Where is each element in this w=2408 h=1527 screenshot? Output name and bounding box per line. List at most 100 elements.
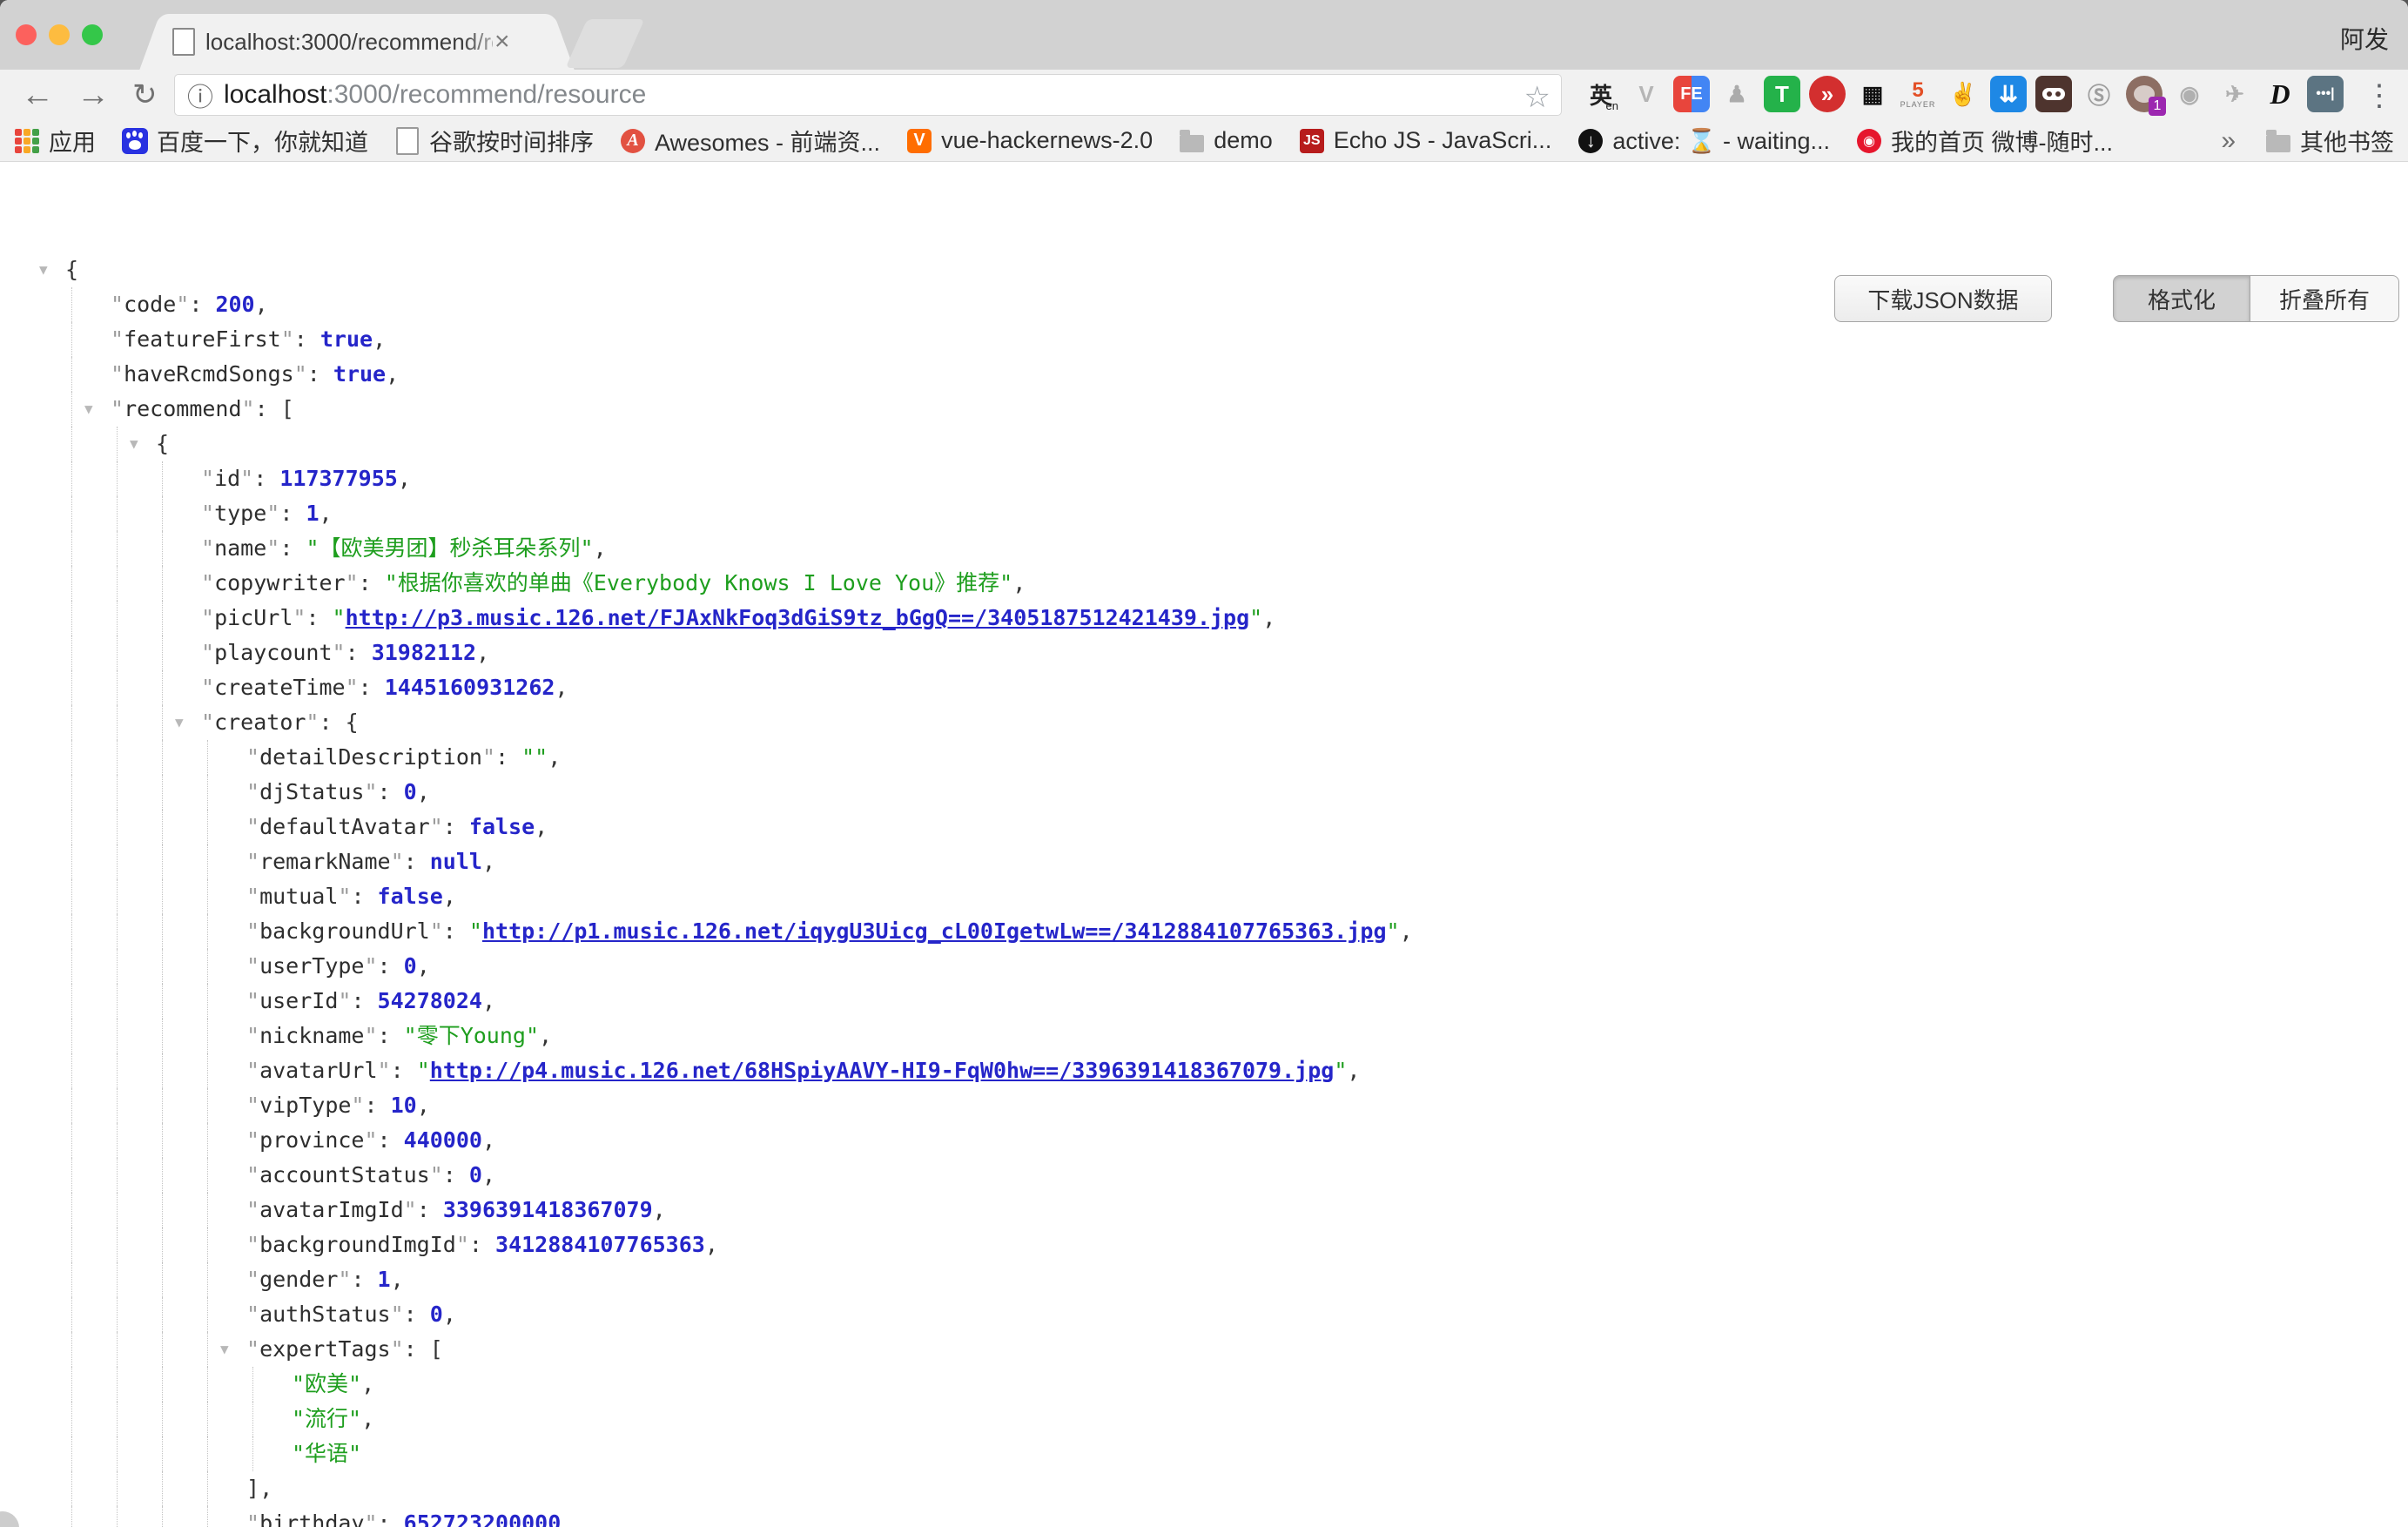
- back-icon[interactable]: ←: [21, 71, 54, 118]
- indent-guide: [117, 531, 118, 566]
- extension-html5-player-icon[interactable]: 5PLAYER: [1900, 76, 1936, 112]
- bookmarks-right: » 其他书签: [2221, 124, 2394, 158]
- indent-guide: [162, 670, 163, 705]
- collapse-toggle-icon[interactable]: ▼: [175, 705, 184, 740]
- indent-guide: [71, 531, 72, 566]
- extension-d-letter-icon[interactable]: D: [2262, 76, 2298, 112]
- js-icon: JS: [1299, 128, 1325, 154]
- indent-guide: [71, 1506, 72, 1527]
- json-line: "avatarImgId": 3396391418367079,: [0, 1193, 2408, 1228]
- address-bar[interactable]: ⓘ localhost:3000/recommend/resource ☆: [174, 74, 1562, 116]
- site-info-icon[interactable]: ⓘ: [187, 76, 213, 114]
- indent-guide: [117, 1262, 118, 1297]
- extension-monkey-icon[interactable]: 1: [2126, 76, 2162, 112]
- json-line: "id": 117377955,: [0, 461, 2408, 496]
- json-line: "province": 440000,: [0, 1123, 2408, 1158]
- collapse-toggle-icon[interactable]: ▼: [84, 392, 93, 427]
- bookmark-item[interactable]: ↓ active: ⌛ - waiting...: [1577, 127, 1830, 155]
- indent-guide: [117, 949, 118, 984]
- extension-paw-icon[interactable]: ✌: [1945, 76, 1981, 112]
- indent-guide: [117, 740, 118, 775]
- chrome-menu-icon[interactable]: ⋮: [2364, 78, 2394, 113]
- indent-guide: [162, 1367, 163, 1402]
- indent-guide: [162, 601, 163, 636]
- indent-guide: [207, 1053, 208, 1088]
- zoom-window-icon[interactable]: [82, 24, 103, 45]
- extension-qr-code-icon[interactable]: ▦: [1854, 76, 1891, 112]
- bookmarks-overflow-icon[interactable]: »: [2221, 126, 2236, 156]
- extension-double-down-icon[interactable]: ⇊: [1990, 76, 2027, 112]
- new-tab-button[interactable]: [566, 19, 645, 68]
- bookmark-item[interactable]: 谷歌按时间排序: [394, 124, 594, 158]
- json-line: "haveRcmdSongs": true,: [0, 357, 2408, 392]
- indent-guide: [71, 1471, 72, 1506]
- bookmark-item[interactable]: JSEcho JS - JavaScri...: [1299, 127, 1552, 154]
- bookmark-item[interactable]: 应用: [14, 124, 96, 158]
- collapse-toggle-icon[interactable]: ▼: [39, 252, 48, 287]
- json-line: ▼"recommend": [: [0, 392, 2408, 427]
- indent-guide: [207, 1506, 208, 1527]
- close-window-icon[interactable]: [16, 24, 37, 45]
- awesomes-icon: A: [620, 128, 646, 154]
- extension-s-icon[interactable]: Ⓢ: [2081, 76, 2117, 112]
- json-line: "remarkName": null,: [0, 844, 2408, 879]
- json-url-link[interactable]: http://p1.music.126.net/iqygU3Uicg_cL00I…: [482, 918, 1387, 944]
- bookmark-item[interactable]: ◉我的首页 微博-随时...: [1856, 124, 2113, 158]
- extension-translate-icon[interactable]: 英en: [1583, 76, 1619, 112]
- indent-guide: [207, 914, 208, 949]
- extension-org-chart-icon[interactable]: ♟: [1719, 76, 1755, 112]
- indent-guide: [71, 1053, 72, 1088]
- indent-guide: [71, 949, 72, 984]
- indent-guide: [117, 461, 118, 496]
- indent-guide: [162, 1123, 163, 1158]
- extension-vue-devtools-icon[interactable]: V: [1628, 76, 1665, 112]
- extensions-row: 英enVFE♟T»▦5PLAYER✌⇊ Ⓢ1◉✈D•••|: [1583, 76, 2344, 112]
- collapse-toggle-icon[interactable]: ▼: [130, 427, 138, 461]
- bookmark-item[interactable]: demo: [1179, 127, 1273, 154]
- minimize-window-icon[interactable]: [49, 24, 70, 45]
- extension-mask-icon[interactable]: [2035, 76, 2072, 112]
- indent-guide: [162, 1158, 163, 1193]
- json-line: "detailDescription": "",: [0, 740, 2408, 775]
- browser-tab[interactable]: localhost:3000/recommend/re ×: [165, 14, 548, 70]
- json-url-link[interactable]: http://p3.music.126.net/FJAxNkFoq3dGiS9t…: [346, 605, 1250, 630]
- other-bookmarks-folder[interactable]: 其他书签: [2265, 124, 2394, 158]
- reload-icon[interactable]: ↻: [132, 71, 158, 118]
- browser-window: localhost:3000/recommend/re × 阿发 ← → ↻ ⓘ…: [0, 0, 2408, 1527]
- bookmark-label: active: ⌛ - waiting...: [1612, 127, 1830, 155]
- indent-guide: [71, 1088, 72, 1123]
- extension-bird-icon[interactable]: ✈: [2216, 76, 2253, 112]
- json-line: "playcount": 31982112,: [0, 636, 2408, 670]
- down-arrow-icon: ↓: [1577, 128, 1604, 154]
- indent-guide: [207, 1402, 208, 1436]
- bookmark-item[interactable]: Vvue-hackernews-2.0: [906, 127, 1153, 154]
- tab-title: localhost:3000/recommend/re: [205, 29, 493, 56]
- extension-shield-t-icon[interactable]: T: [1764, 76, 1800, 112]
- indent-guide: [117, 636, 118, 670]
- json-line: "vipType": 10,: [0, 1088, 2408, 1123]
- extension-weibo-gray-icon[interactable]: ◉: [2171, 76, 2208, 112]
- bookmark-item[interactable]: 百度一下，你就知道: [122, 124, 368, 158]
- indent-guide: [71, 1436, 72, 1471]
- json-url-link[interactable]: http://p4.music.126.net/68HSpiyAAVY-HI9-…: [430, 1058, 1335, 1083]
- extension-fast-forward-icon[interactable]: »: [1809, 76, 1846, 112]
- indent-guide: [207, 1332, 208, 1367]
- extension-dots-box-icon[interactable]: •••|: [2307, 76, 2344, 112]
- collapse-toggle-icon[interactable]: ▼: [220, 1332, 229, 1367]
- json-line: "defaultAvatar": false,: [0, 810, 2408, 844]
- indent-guide: [71, 287, 72, 322]
- profile-name[interactable]: 阿发: [2340, 21, 2389, 56]
- extension-fehelper-icon[interactable]: FE: [1673, 76, 1710, 112]
- indent-guide: [162, 1228, 163, 1262]
- indent-guide: [71, 322, 72, 357]
- bookmark-item[interactable]: AAwesomes - 前端资...: [620, 124, 880, 158]
- bookmark-star-icon[interactable]: ☆: [1524, 80, 1550, 115]
- json-line: ▼"expertTags": [: [0, 1332, 2408, 1367]
- forward-icon[interactable]: →: [77, 71, 110, 118]
- indent-guide: [117, 1471, 118, 1506]
- json-line: "userType": 0,: [0, 949, 2408, 984]
- indent-guide: [71, 601, 72, 636]
- tab-close-icon[interactable]: ×: [494, 29, 510, 55]
- bookmarks-list: 应用百度一下，你就知道谷歌按时间排序 AAwesomes - 前端资... Vvue…: [14, 124, 2139, 158]
- indent-guide: [71, 740, 72, 775]
